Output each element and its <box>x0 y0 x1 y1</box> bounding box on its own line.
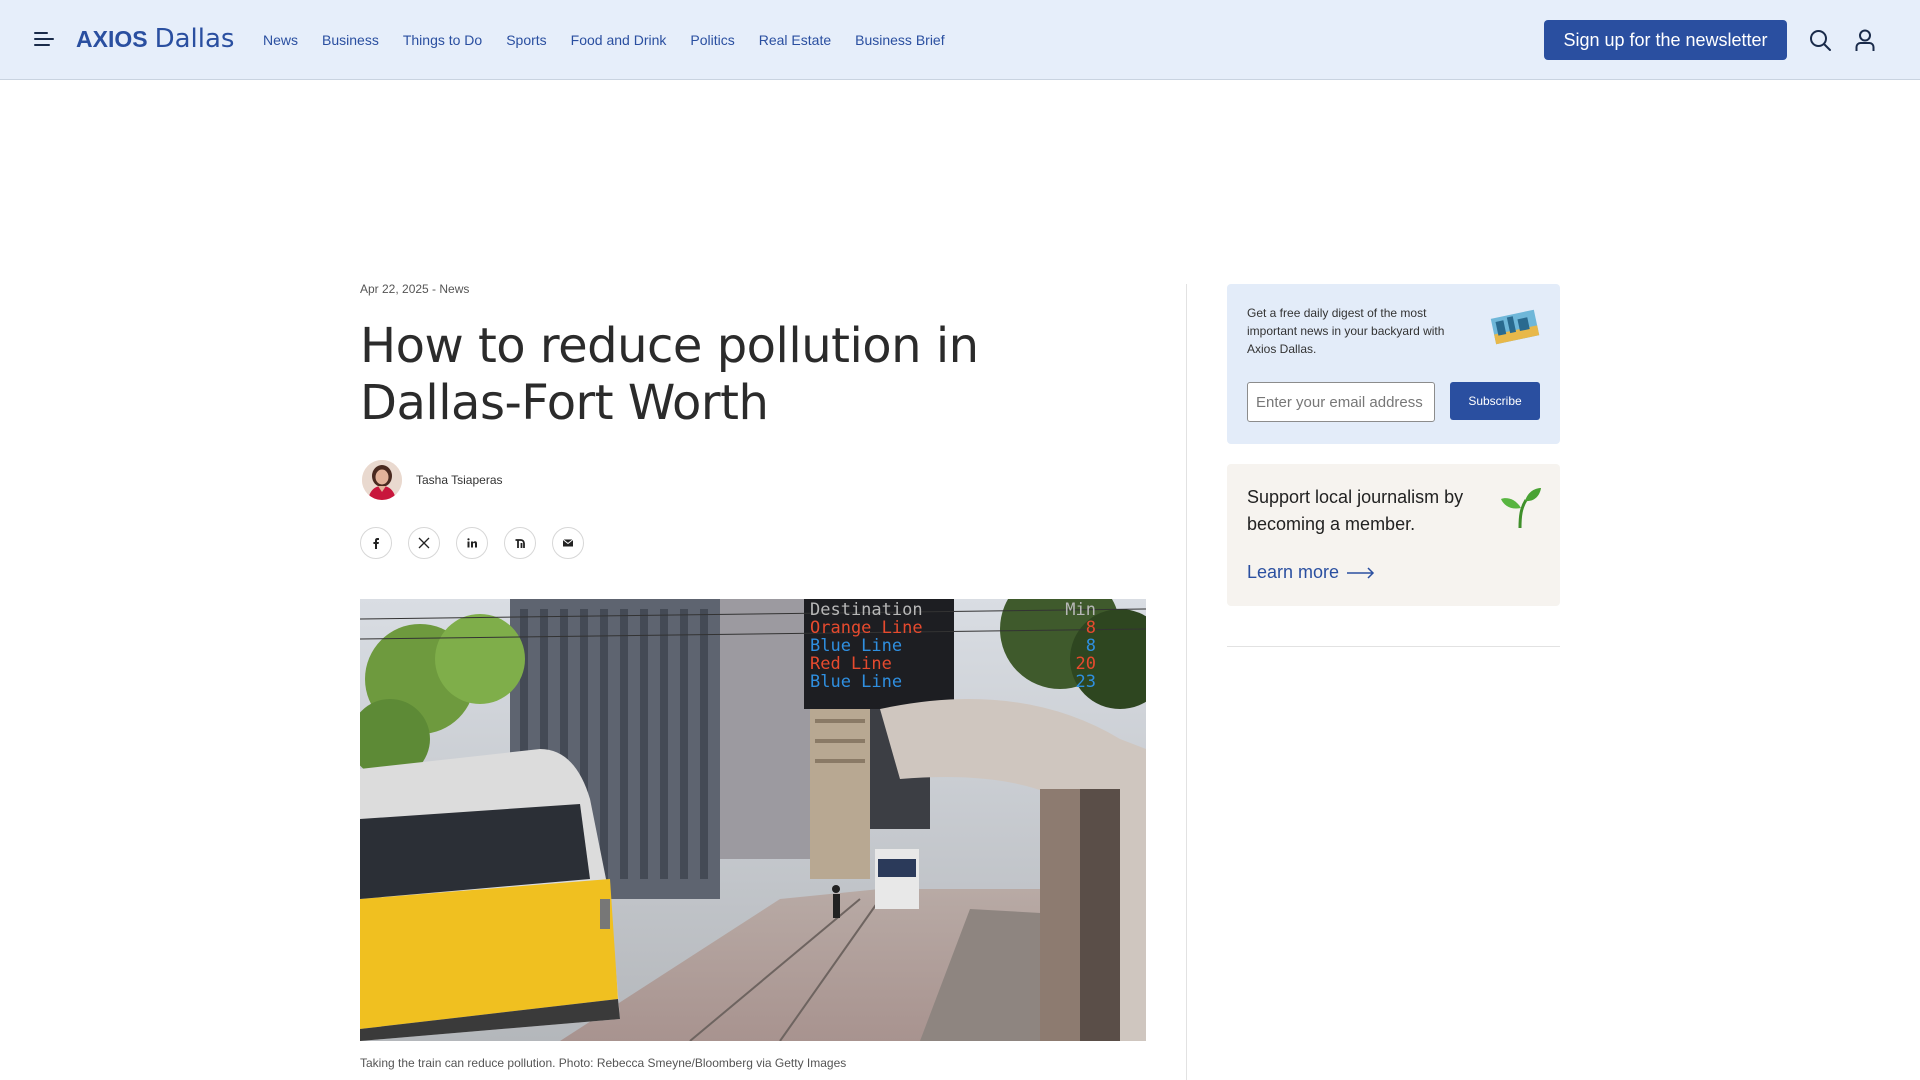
share-bar <box>360 527 600 559</box>
learn-more-label: Learn more <box>1247 562 1340 582</box>
site-header: AXIOS Dallas News Business Things to Do … <box>0 0 1920 80</box>
article-headline: How to reduce pollution in Dallas-Fort W… <box>360 318 979 431</box>
author-name[interactable]: Tasha Tsiaperas <box>416 473 503 487</box>
article-meta: Apr 22, 2025 - News <box>360 282 469 296</box>
departures-board: Destination Min Orange Line 8 Blue Line … <box>810 601 1096 691</box>
learn-more-link[interactable]: Learn more <box>1247 562 1375 583</box>
linkedin-icon[interactable] <box>456 527 488 559</box>
nav-news[interactable]: News <box>263 32 298 48</box>
board-line: Red Line <box>810 654 892 674</box>
board-min: 20 <box>1075 654 1096 674</box>
logo-brand: AXIOS <box>76 26 148 52</box>
logo-city: Dallas <box>154 24 235 54</box>
newsletter-description: Get a free daily digest of the most impo… <box>1247 306 1445 356</box>
nav-politics[interactable]: Politics <box>690 32 734 48</box>
site-logo[interactable]: AXIOS Dallas <box>76 24 234 56</box>
sprout-icon <box>1498 486 1542 529</box>
user-icon[interactable] <box>1853 28 1877 52</box>
newsletter-signup-button[interactable]: Sign up for the newsletter <box>1544 20 1787 60</box>
email-input[interactable] <box>1247 382 1435 422</box>
nav-business[interactable]: Business <box>322 32 379 48</box>
x-icon[interactable] <box>408 527 440 559</box>
board-min: 23 <box>1075 672 1096 692</box>
arrow-right-icon <box>1347 566 1375 579</box>
menu-icon[interactable] <box>34 32 54 48</box>
facebook-icon[interactable] <box>360 527 392 559</box>
author-avatar[interactable] <box>362 460 402 500</box>
newsletter-signup-box: Get a free daily digest of the most impo… <box>1227 284 1560 444</box>
sidebar-divider <box>1227 646 1560 647</box>
search-icon[interactable] <box>1808 28 1832 52</box>
article-date: Apr 22, 2025 <box>360 282 429 296</box>
column-divider <box>1186 284 1187 1080</box>
nav-business-brief[interactable]: Business Brief <box>855 32 944 48</box>
board-line: Blue Line <box>810 672 903 692</box>
nav-real-estate[interactable]: Real Estate <box>759 32 831 48</box>
hero-image: Destination Min Orange Line 8 Blue Line … <box>360 599 1146 1041</box>
postcard-illustration <box>1487 304 1543 350</box>
threads-icon[interactable] <box>504 527 536 559</box>
author-byline: Tasha Tsiaperas <box>362 460 503 500</box>
board-line: Blue Line <box>810 636 903 656</box>
membership-box: Support local journalism by becoming a m… <box>1227 464 1560 606</box>
nav-things-to-do[interactable]: Things to Do <box>403 32 482 48</box>
board-header: Destination <box>810 600 923 620</box>
nav-food-and-drink[interactable]: Food and Drink <box>571 32 667 48</box>
board-header-min: Min <box>1065 600 1096 620</box>
membership-text: Support local journalism by becoming a m… <box>1247 487 1464 534</box>
board-line: Orange Line <box>810 618 923 638</box>
email-icon[interactable] <box>552 527 584 559</box>
meta-separator: - <box>428 282 440 296</box>
subscribe-button[interactable]: Subscribe <box>1450 382 1540 420</box>
board-min: 8 <box>1085 618 1096 638</box>
article-section[interactable]: News <box>439 282 469 296</box>
board-min: 8 <box>1085 636 1096 656</box>
main-nav: News Business Things to Do Sports Food a… <box>263 0 969 80</box>
nav-sports[interactable]: Sports <box>506 32 546 48</box>
image-caption: Taking the train can reduce pollution. P… <box>360 1056 847 1070</box>
